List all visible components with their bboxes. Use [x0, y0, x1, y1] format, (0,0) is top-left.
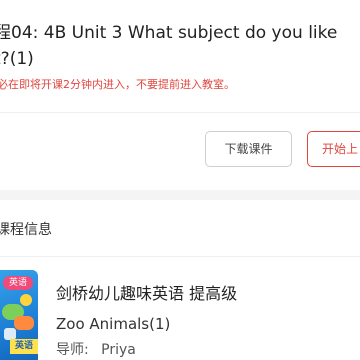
teacher-row: 导师: Priya — [56, 339, 136, 360]
teacher-label: 导师: — [56, 342, 89, 358]
cover-badge: 英语 — [3, 276, 33, 290]
section-title-course-info: 课程信息 — [0, 222, 52, 238]
entry-notice: 必在即将开课2分钟内进入，不要提前进入教室。 — [0, 78, 235, 91]
download-courseware-button[interactable]: 下载课件 — [205, 131, 292, 167]
course-cover-image[interactable]: 英语 英语 — [0, 270, 38, 360]
cover-illustration — [14, 316, 34, 330]
cover-label: 英语 — [10, 339, 38, 354]
divider — [0, 256, 360, 257]
lesson-detail-page: 程04: 4B Unit 3 What subject do you like … — [0, 0, 360, 360]
sun-icon — [20, 294, 32, 306]
course-name: 剑桥幼儿趣味英语 提高级 — [56, 284, 238, 303]
course-lesson-name: Zoo Animals(1) — [56, 315, 171, 333]
lesson-title: 程04: 4B Unit 3 What subject do you like … — [0, 23, 338, 69]
start-class-button[interactable]: 开始上 — [307, 131, 360, 167]
section-separator — [0, 190, 360, 200]
divider — [0, 112, 360, 113]
teacher-name: Priya — [101, 342, 136, 358]
